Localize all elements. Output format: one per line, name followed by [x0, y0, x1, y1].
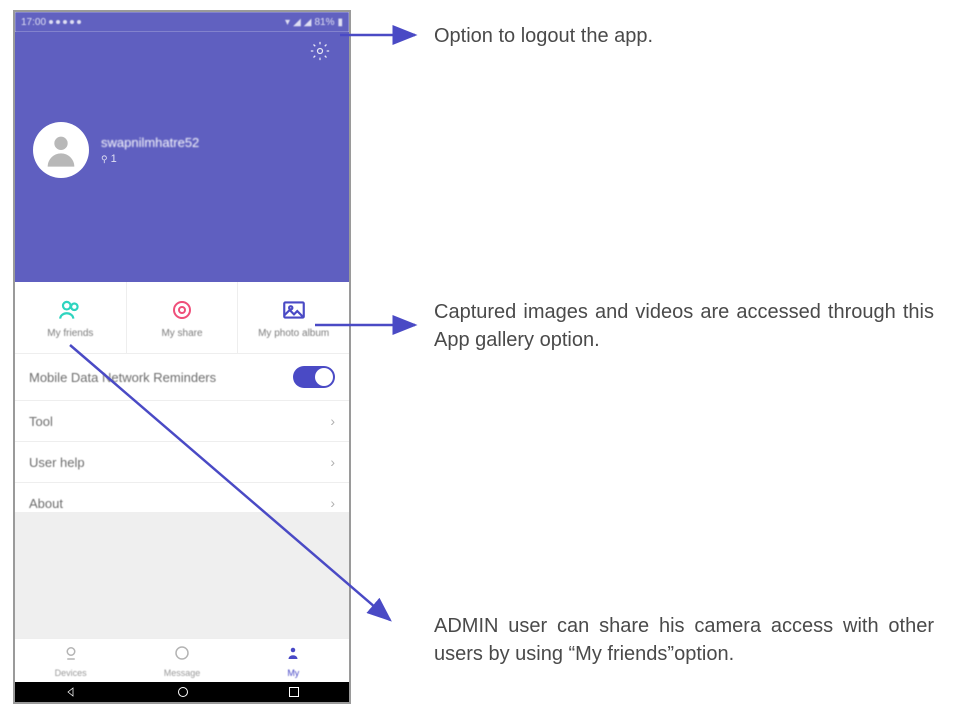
tab-message[interactable]: Message	[126, 639, 237, 682]
status-icon	[63, 20, 67, 24]
photo-icon	[280, 296, 308, 324]
status-time: 17:00	[21, 17, 46, 28]
status-icon	[70, 20, 74, 24]
settings-button[interactable]	[309, 40, 331, 62]
gear-icon	[310, 41, 330, 61]
status-icon	[49, 20, 53, 24]
status-icon	[56, 20, 60, 24]
row-label: About	[29, 496, 63, 511]
my-icon	[284, 644, 302, 667]
arrow-logout	[330, 20, 425, 50]
arrow-gallery	[310, 310, 425, 340]
tile-label: My friends	[47, 328, 93, 339]
row-label: Tool	[29, 414, 53, 429]
android-nav-bar	[15, 682, 349, 702]
tab-label: Devices	[55, 668, 87, 678]
username-label: swapnilmhatre52	[101, 135, 199, 150]
profile-block[interactable]: swapnilmhatre52 ⚲ 1	[33, 122, 199, 178]
status-bar: 17:00 ▾ ◢ ◢ 81% ▮	[15, 12, 349, 32]
annotation-logout: Option to logout the app.	[434, 22, 894, 50]
message-icon	[173, 644, 191, 667]
location-icon: ⚲	[101, 154, 108, 165]
wifi-icon: ▾	[285, 17, 290, 28]
avatar	[33, 122, 89, 178]
status-icon	[77, 20, 81, 24]
annotation-friends: ADMIN user can share his camera access w…	[434, 612, 934, 668]
nav-recent-icon[interactable]	[289, 687, 299, 697]
share-icon	[168, 296, 196, 324]
devices-icon	[62, 644, 80, 667]
tile-label: My share	[161, 328, 202, 339]
signal-icon: ◢	[304, 17, 312, 28]
profile-header: swapnilmhatre52 ⚲ 1	[15, 32, 349, 282]
bottom-tab-bar: Devices Message My	[15, 638, 349, 682]
tab-devices[interactable]: Devices	[15, 639, 126, 682]
avatar-icon	[41, 130, 81, 170]
nav-home-icon[interactable]	[178, 687, 188, 697]
signal-icon: ◢	[293, 17, 301, 28]
tab-label: Message	[164, 668, 201, 678]
location-row: ⚲ 1	[101, 153, 199, 165]
arrow-friends	[60, 340, 400, 630]
location-count: 1	[111, 153, 117, 165]
nav-back-icon[interactable]	[65, 686, 77, 698]
friends-icon	[56, 296, 84, 324]
annotation-gallery: Captured images and videos are accessed …	[434, 298, 934, 354]
tab-my[interactable]: My	[238, 639, 349, 682]
tab-label: My	[287, 668, 299, 678]
